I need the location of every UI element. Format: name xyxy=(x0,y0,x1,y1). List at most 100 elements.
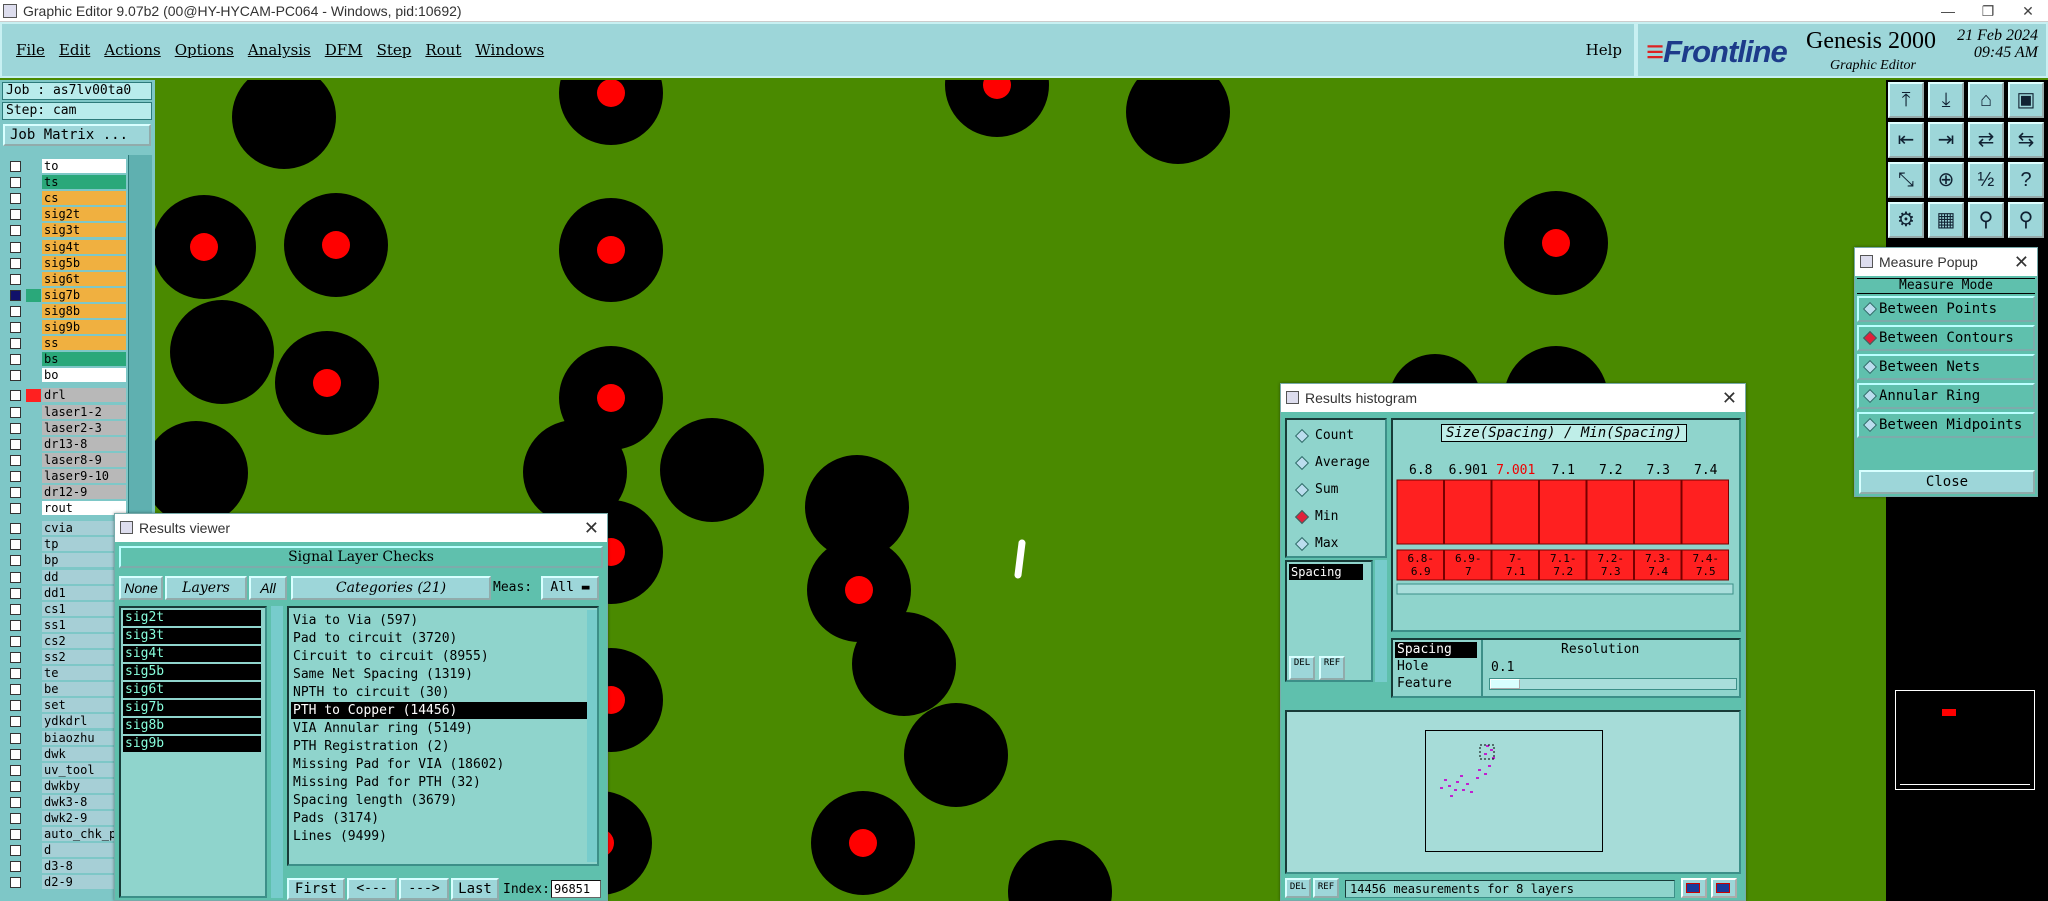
copper-pad[interactable] xyxy=(660,418,764,522)
layer-checkbox[interactable] xyxy=(10,193,21,205)
measure-option[interactable]: Annular Ring xyxy=(1857,383,2035,409)
resolution-value[interactable]: 0.1 xyxy=(1491,660,1514,675)
zoom-out-icon[interactable]: ⌂ xyxy=(1968,82,2004,118)
layer-row-ydkdrl[interactable]: ydkdrl xyxy=(4,713,126,729)
ref-button-2[interactable]: REF xyxy=(1313,878,1339,898)
copper-pad[interactable] xyxy=(904,703,1008,807)
layer-row-dwk[interactable]: dwk xyxy=(4,746,126,762)
layer-checkbox[interactable] xyxy=(10,603,21,615)
layer-checkbox[interactable] xyxy=(10,177,21,189)
layer-checkbox[interactable] xyxy=(10,289,21,301)
layer-row-d2-9[interactable]: d2-9 xyxy=(4,874,126,890)
layer-row-laser2-3[interactable]: laser2-3 xyxy=(4,420,126,436)
pan-right-icon[interactable]: ⇥ xyxy=(1928,122,1964,158)
layer-row-dwkby[interactable]: dwkby xyxy=(4,778,126,794)
histogram-bar[interactable] xyxy=(1634,479,1682,545)
categories-button[interactable]: Categories (21) xyxy=(291,576,491,600)
resolution-slider[interactable] xyxy=(1489,678,1737,690)
index-field[interactable]: 96851 xyxy=(551,880,601,898)
category-item[interactable]: Spacing length (3679) xyxy=(291,792,587,809)
layer-checkbox[interactable] xyxy=(10,209,21,221)
layer-row-dr13-8[interactable]: dr13-8 xyxy=(4,436,126,452)
menu-edit[interactable]: Edit xyxy=(59,41,90,59)
histogram-bar[interactable] xyxy=(1681,479,1729,545)
category-item[interactable]: PTH Registration (2) xyxy=(291,738,587,755)
category-item[interactable]: Lines (9499) xyxy=(291,828,587,845)
category-item[interactable]: Pads (3174) xyxy=(291,810,587,827)
result-layer-item[interactable]: sig2t xyxy=(123,610,261,626)
result-layer-item[interactable]: sig4t xyxy=(123,646,261,662)
category-item[interactable]: Missing Pad for VIA (18602) xyxy=(291,756,587,773)
layer-checkbox[interactable] xyxy=(10,861,21,873)
layer-row-tp[interactable]: tp xyxy=(4,536,126,552)
layer-checkbox[interactable] xyxy=(10,571,21,583)
result-layer-item[interactable]: sig3t xyxy=(123,628,261,644)
category-item[interactable]: VIA Annular ring (5149) xyxy=(291,720,587,737)
layer-row-sig9b[interactable]: sig9b xyxy=(4,319,126,335)
layer-checkbox[interactable] xyxy=(10,780,21,792)
layer-list-scrollbar[interactable] xyxy=(271,606,283,898)
results-viewer-titlebar[interactable]: Results viewer ✕ xyxy=(115,514,607,542)
layer-row-biaozhu[interactable]: biaozhu xyxy=(4,730,126,746)
layer-checkbox[interactable] xyxy=(10,422,21,434)
menu-analysis[interactable]: Analysis xyxy=(248,41,311,59)
layer-checkbox[interactable] xyxy=(10,796,21,808)
layer-checkbox[interactable] xyxy=(10,161,21,172)
layer-row-sig3t[interactable]: sig3t xyxy=(4,222,126,238)
layer-checkbox[interactable] xyxy=(10,305,21,317)
category-item[interactable]: Pad to circuit (3720) xyxy=(291,630,587,647)
layer-row-be[interactable]: be xyxy=(4,681,126,697)
stat-option-sum[interactable]: Sum xyxy=(1287,480,1383,502)
resolution-slider-thumb[interactable] xyxy=(1490,679,1520,689)
layer-row-laser9-10[interactable]: laser9-10 xyxy=(4,468,126,484)
measure-option[interactable]: Between Midpoints xyxy=(1857,412,2035,438)
layer-row-ss2[interactable]: ss2 xyxy=(4,649,126,665)
category-item[interactable]: Circuit to circuit (8955) xyxy=(291,648,587,665)
attr-scrollbar[interactable] xyxy=(1375,560,1387,682)
layer-row-ss[interactable]: ss xyxy=(4,335,126,351)
layer-checkbox[interactable] xyxy=(10,338,21,350)
export-icon[interactable] xyxy=(1681,878,1707,898)
histogram-scrollbar[interactable] xyxy=(1396,583,1734,595)
layer-row-ss1[interactable]: ss1 xyxy=(4,617,126,633)
measure-popup-titlebar[interactable]: Measure Popup ✕ xyxy=(1855,248,2037,276)
stat-option-max[interactable]: Max xyxy=(1287,534,1383,556)
menu-dfm[interactable]: DFM xyxy=(325,41,363,59)
menu-help[interactable]: Help xyxy=(1586,41,1622,59)
category-item[interactable]: Via to Via (597) xyxy=(291,612,587,629)
ref-button[interactable]: REF xyxy=(1319,656,1345,680)
layer-checkbox[interactable] xyxy=(10,273,21,285)
layer-checkbox[interactable] xyxy=(10,635,21,647)
category-item[interactable]: Same Net Spacing (1319) xyxy=(291,666,587,683)
settings-icon[interactable]: ⚙ xyxy=(1888,202,1924,238)
zoom-in-icon2[interactable]: ⤡ xyxy=(1888,162,1924,198)
result-layer-item[interactable]: sig8b xyxy=(123,718,261,734)
all-button[interactable]: All xyxy=(249,576,287,600)
print-icon[interactable] xyxy=(1711,878,1737,898)
histogram-bar[interactable] xyxy=(1396,479,1444,545)
layer-checkbox[interactable] xyxy=(10,241,21,253)
layer-checkbox[interactable] xyxy=(10,764,21,776)
layer-row-cs2[interactable]: cs2 xyxy=(4,633,126,649)
overview-minimap[interactable] xyxy=(1895,690,2035,790)
layer-row-bo[interactable]: bo xyxy=(4,367,126,383)
stat-option-average[interactable]: Average xyxy=(1287,453,1383,475)
del-button-2[interactable]: DEL xyxy=(1285,878,1311,898)
none-button[interactable]: None xyxy=(119,576,163,600)
copper-pad[interactable] xyxy=(170,300,274,404)
layer-row-laser8-9[interactable]: laser8-9 xyxy=(4,452,126,468)
first-button[interactable]: First xyxy=(287,878,345,900)
zoom-window-icon[interactable]: ▣ xyxy=(2008,82,2044,118)
attr-selected[interactable]: Spacing xyxy=(1289,564,1363,580)
overview-frame[interactable] xyxy=(1425,730,1603,852)
close-icon[interactable]: ✕ xyxy=(2008,0,2048,22)
result-layer-item[interactable]: sig6t xyxy=(123,682,261,698)
layer-checkbox[interactable] xyxy=(10,829,21,841)
layer-checkbox[interactable] xyxy=(10,732,21,744)
layer-checkbox[interactable] xyxy=(10,539,21,551)
next-button[interactable]: ---> xyxy=(399,878,449,900)
layer-row-sig8b[interactable]: sig8b xyxy=(4,303,126,319)
zoom-fit-icon[interactable]: ⇄ xyxy=(1968,122,2004,158)
histogram-bar[interactable] xyxy=(1539,479,1587,545)
layer-row-laser1-2[interactable]: laser1-2 xyxy=(4,404,126,420)
